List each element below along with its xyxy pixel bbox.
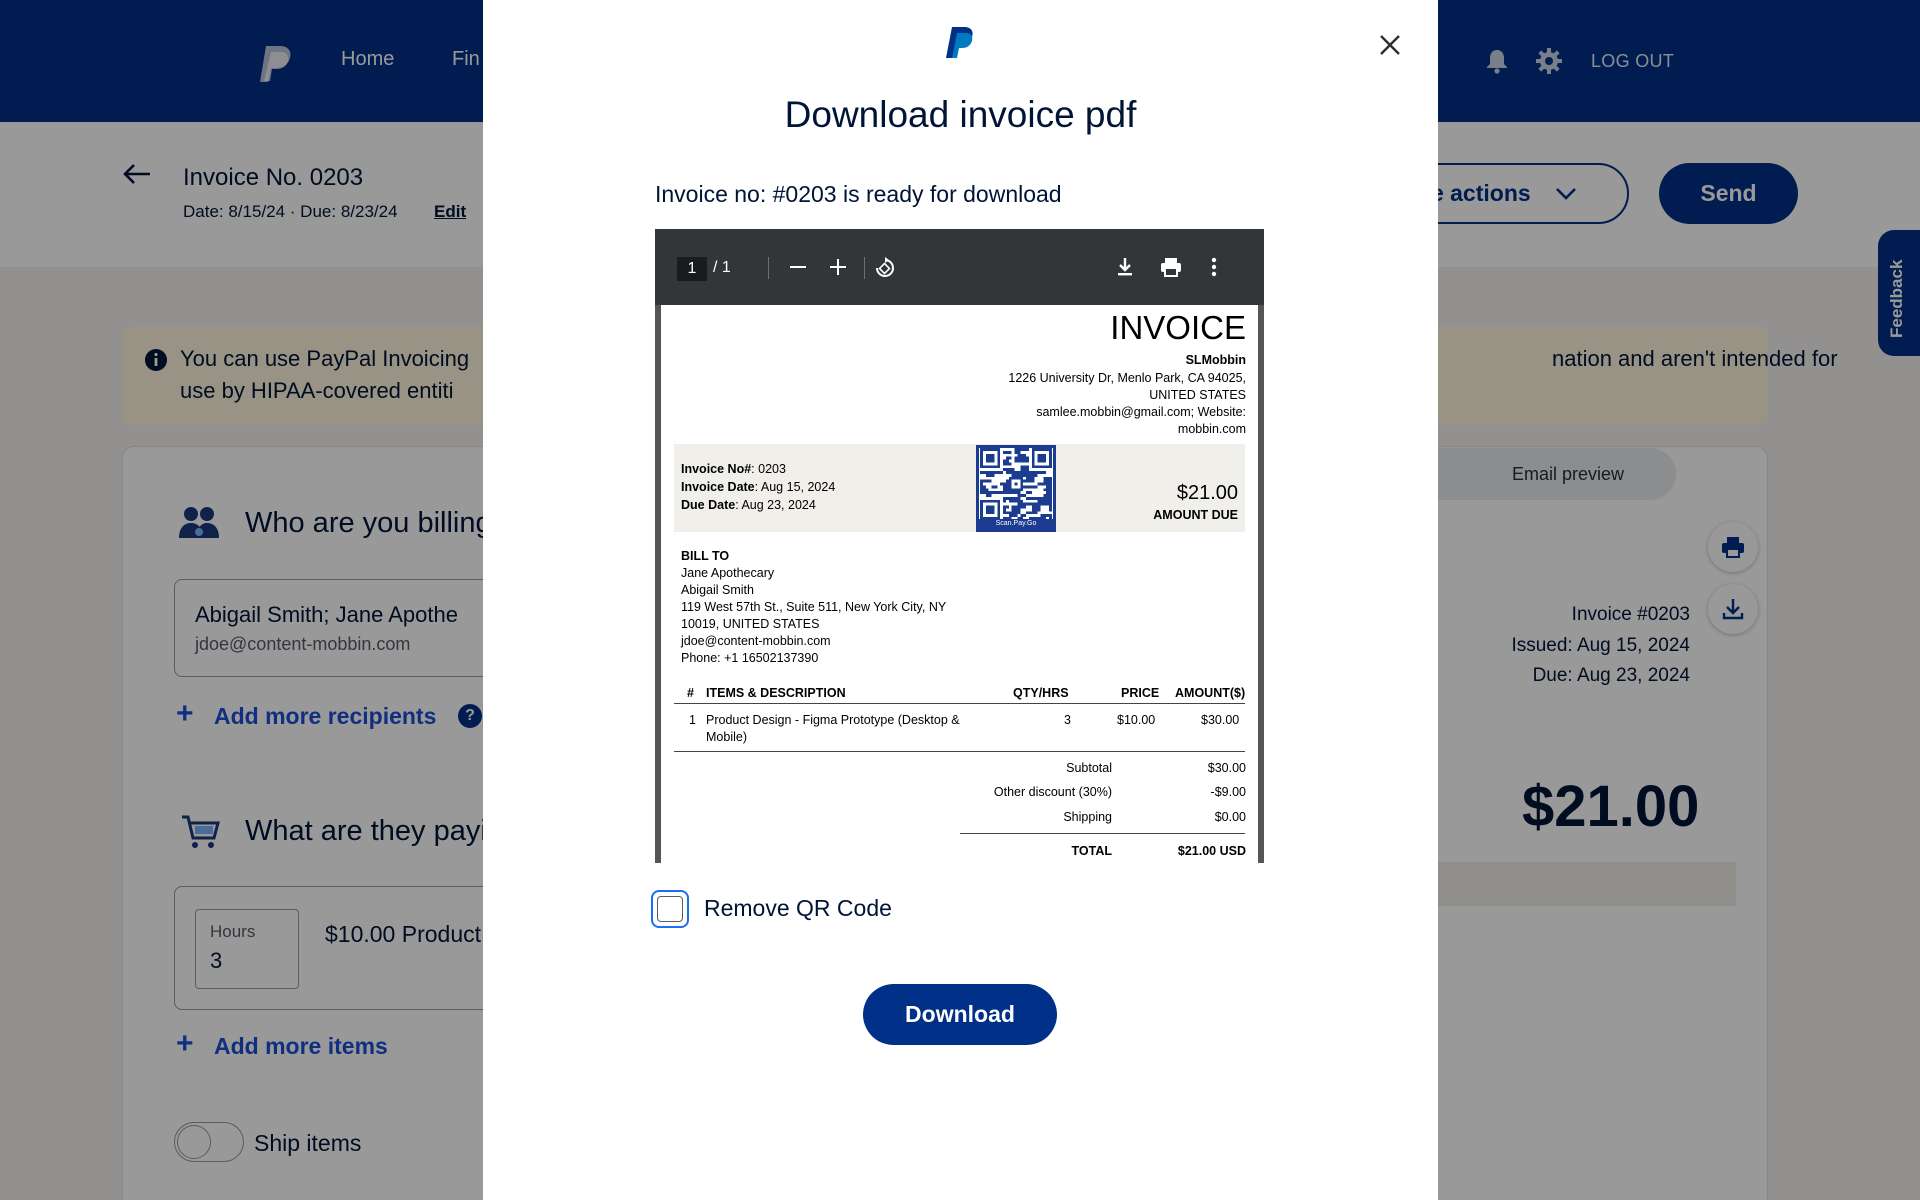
pdf-row-amount: $30.00: [1201, 713, 1240, 727]
pdf-col-qty: QTY/HRS: [1013, 686, 1069, 700]
more-options-icon[interactable]: [1211, 257, 1217, 277]
checkbox-box: [657, 896, 683, 922]
pdf-address-line2: UNITED STATES: [1149, 388, 1246, 402]
pdf-meta-due-label: Due Date: [681, 498, 736, 512]
page-number-input[interactable]: 1: [677, 257, 707, 281]
pdf-bill-to-line: Abigail Smith: [681, 583, 754, 597]
pdf-row-desc-cont: Mobile): [706, 730, 747, 744]
remove-qr-checkbox[interactable]: [651, 890, 689, 928]
pdf-company-name: SLMobbin: [1185, 353, 1246, 367]
zoom-out-icon[interactable]: [790, 266, 806, 270]
pdf-amount-due: $21.00: [1176, 482, 1238, 504]
qr-caption: Scan.Pay.Go: [979, 519, 1053, 529]
pdf-shipping-label: Shipping: [1063, 810, 1112, 824]
pdf-table-rule: [674, 751, 1245, 752]
paypal-logo: [946, 27, 973, 58]
download-icon[interactable]: [1116, 257, 1134, 277]
printer-icon[interactable]: [1160, 257, 1182, 277]
pdf-totals-rule: [960, 833, 1245, 834]
toolbar-divider: [864, 257, 865, 279]
pdf-row-num: 1: [689, 713, 696, 727]
pdf-shipping-value: $0.00: [1214, 810, 1246, 824]
qr-code-pattern: [980, 448, 1052, 520]
pdf-total-value: $21.00 USD: [1177, 844, 1246, 858]
pdf-row-qty: 3: [1064, 713, 1071, 727]
pdf-row-desc: Product Design - Figma Prototype (Deskto…: [706, 713, 960, 727]
qr-code: Scan.Pay.Go: [976, 445, 1056, 532]
pdf-bill-to: BILL TO Jane Apothecary Abigail Smith 11…: [681, 548, 946, 667]
modal-title: Download invoice pdf: [784, 94, 1137, 135]
pdf-invoice-heading: INVOICE: [1110, 309, 1246, 346]
pdf-meta-date-label: Invoice Date: [681, 480, 755, 494]
pdf-bill-to-line: Phone: +1 16502137390: [681, 651, 819, 665]
pdf-address-line1: 1226 University Dr, Menlo Park, CA 94025…: [1008, 371, 1246, 385]
pdf-subtotal-label: Subtotal: [1066, 761, 1112, 775]
toolbar-divider: [768, 257, 769, 279]
download-button[interactable]: Download: [863, 984, 1057, 1045]
pdf-discount-label: Other discount (30%): [993, 785, 1112, 799]
pdf-meta-no-label: Invoice No#: [681, 462, 752, 476]
pdf-page: INVOICE SLMobbin 1226 University Dr, Men…: [661, 305, 1258, 863]
pdf-col-num: #: [687, 686, 694, 700]
pdf-col-items: ITEMS & DESCRIPTION: [706, 686, 846, 700]
pdf-col-amount: AMOUNT($): [1175, 686, 1246, 700]
pdf-table-rule: [674, 703, 1245, 704]
pdf-subtotal-value: $30.00: [1207, 761, 1246, 775]
pdf-bill-to-line: 10019, UNITED STATES: [681, 617, 820, 631]
pdf-invoice-meta: Invoice No#: 0203 Invoice Date: Aug 15, …: [681, 460, 835, 514]
pdf-col-price: PRICE: [1121, 686, 1160, 700]
pdf-contact-line2: mobbin.com: [1177, 422, 1246, 436]
pdf-contact-line1: samlee.mobbin@gmail.com; Website:: [1036, 405, 1246, 419]
zoom-in-icon[interactable]: [830, 259, 846, 275]
pdf-bill-to-line: Jane Apothecary: [681, 566, 775, 580]
pdf-total-label: TOTAL: [1071, 844, 1112, 858]
pdf-discount-value: -$9.00: [1210, 785, 1246, 799]
pdf-meta-date-value: : Aug 15, 2024: [754, 480, 836, 494]
pdf-viewer[interactable]: 1 / 1 INVOICE SLMobbin 1226 University D…: [655, 229, 1264, 863]
pdf-bill-to-line: jdoe@content-mobbin.com: [681, 634, 831, 648]
pdf-bill-to-label: BILL TO: [681, 549, 730, 563]
pdf-row-price: $10.00: [1117, 713, 1156, 727]
remove-qr-label[interactable]: Remove QR Code: [704, 895, 892, 922]
pdf-toolbar: 1 / 1: [655, 229, 1264, 305]
pdf-meta-due-value: : Aug 23, 2024: [735, 498, 816, 512]
pdf-meta-no-value: : 0203: [751, 462, 786, 476]
pdf-summary-band: Invoice No#: 0203 Invoice Date: Aug 15, …: [674, 444, 1245, 532]
pdf-bill-to-line: 119 West 57th St., Suite 511, New York C…: [681, 600, 947, 614]
page-total: / 1: [713, 259, 731, 276]
download-invoice-modal: Download invoice pdf Invoice no: #0203 i…: [483, 0, 1438, 1200]
modal-subtitle: Invoice no: #0203 is ready for download: [655, 181, 1062, 207]
rotate-icon[interactable]: [873, 256, 897, 280]
close-icon[interactable]: [1379, 34, 1401, 56]
pdf-amount-due-label: AMOUNT DUE: [1153, 508, 1238, 522]
